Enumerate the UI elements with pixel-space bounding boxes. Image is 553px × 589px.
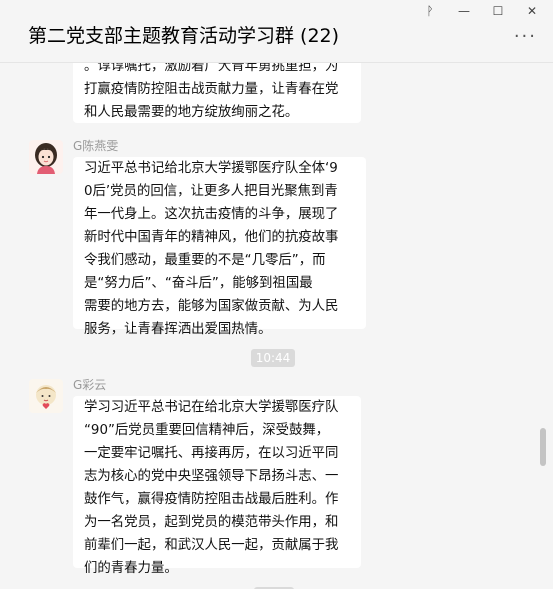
message-line: 前辈们一起，和武汉人民一起，贡献属于我 — [84, 538, 339, 553]
message-line: 年一代身上。这次抗击疫情的斗争，展现了 — [84, 207, 339, 222]
message-line: 新时代中国青年的精神风，他们的抗疫故事 — [84, 230, 339, 245]
close-icon[interactable]: ✕ — [522, 4, 542, 18]
message-line: 学习习近平总书记在给北京大学援鄂医疗队 — [84, 400, 339, 415]
message-bubble[interactable]: 习近平总书记给北京大学援鄂医疗队全体‘9 0后’党员的回信，让更多人把目光聚焦到… — [73, 157, 366, 337]
chat-title: 第二党支部主题教育活动学习群 (22) — [28, 25, 340, 47]
pin-icon[interactable]: ᚹ — [420, 4, 440, 18]
message-line: 一定要牢记嘱托、再接再厉，在以习近平同 — [84, 446, 339, 461]
maximize-icon[interactable]: ☐ — [488, 4, 508, 18]
message-line: 们的青春力量。 — [84, 561, 178, 576]
avatar[interactable] — [29, 379, 63, 413]
message-line: 服务，让青春挥洒出爱国热情。 — [84, 322, 272, 337]
message-line: 打赢疫情防控阻击战贡献力量，让青春在党 — [84, 82, 339, 97]
avatar[interactable] — [29, 140, 63, 174]
message-line: 为一名党员，起到党员的模范带头作用，和 — [84, 515, 339, 530]
message-line: 是“努力后”、“奋斗后”，能够到祖国最 — [84, 276, 313, 291]
message-line: 和人民最需要的地方绽放绚丽之花。 — [84, 105, 299, 120]
message-line: 。谆谆嘱托，激励着广大青年勇挑重担，为 — [84, 63, 339, 74]
sender-name: G陈燕雯 — [73, 139, 119, 153]
message-line: 需要的地方去，能够为国家做贡献、为人民 — [84, 299, 339, 314]
scrollbar-thumb[interactable] — [540, 428, 546, 466]
message-line: 0后’党员的回信，让更多人把目光聚焦到青 — [84, 184, 338, 199]
minimize-icon[interactable]: — — [454, 4, 474, 18]
message-line: 志为核心的党中央坚强领导下昂扬斗志、一 — [84, 469, 339, 484]
message-line: “90”后党员重要回信精神后，深受鼓舞， — [84, 423, 330, 438]
message-line: 习近平总书记给北京大学援鄂医疗队全体‘9 — [84, 161, 338, 176]
chat-area[interactable]: 。谆谆嘱托，激励着广大青年勇挑重担，为 打赢疫情防控阻击战贡献力量，让青春在党 … — [0, 63, 553, 589]
more-options-icon[interactable]: ··· — [514, 26, 537, 47]
title-bar: 第二党支部主题教育活动学习群 (22) ᚹ — ☐ ✕ ··· — [0, 0, 553, 63]
message-bubble[interactable]: 学习习近平总书记在给北京大学援鄂医疗队 “90”后党员重要回信精神后，深受鼓舞，… — [73, 396, 361, 576]
timestamp: 10:44 — [251, 349, 295, 367]
message-bubble[interactable]: 。谆谆嘱托，激励着广大青年勇挑重担，为 打赢疫情防控阻击战贡献力量，让青春在党 … — [73, 63, 361, 123]
message-line: 鼓作气，赢得疫情防控阻击战最后胜利。作 — [84, 492, 339, 507]
message-line: 令我们感动，最重要的不是“几零后”，而 — [84, 253, 326, 268]
sender-name: G彩云 — [73, 378, 107, 392]
